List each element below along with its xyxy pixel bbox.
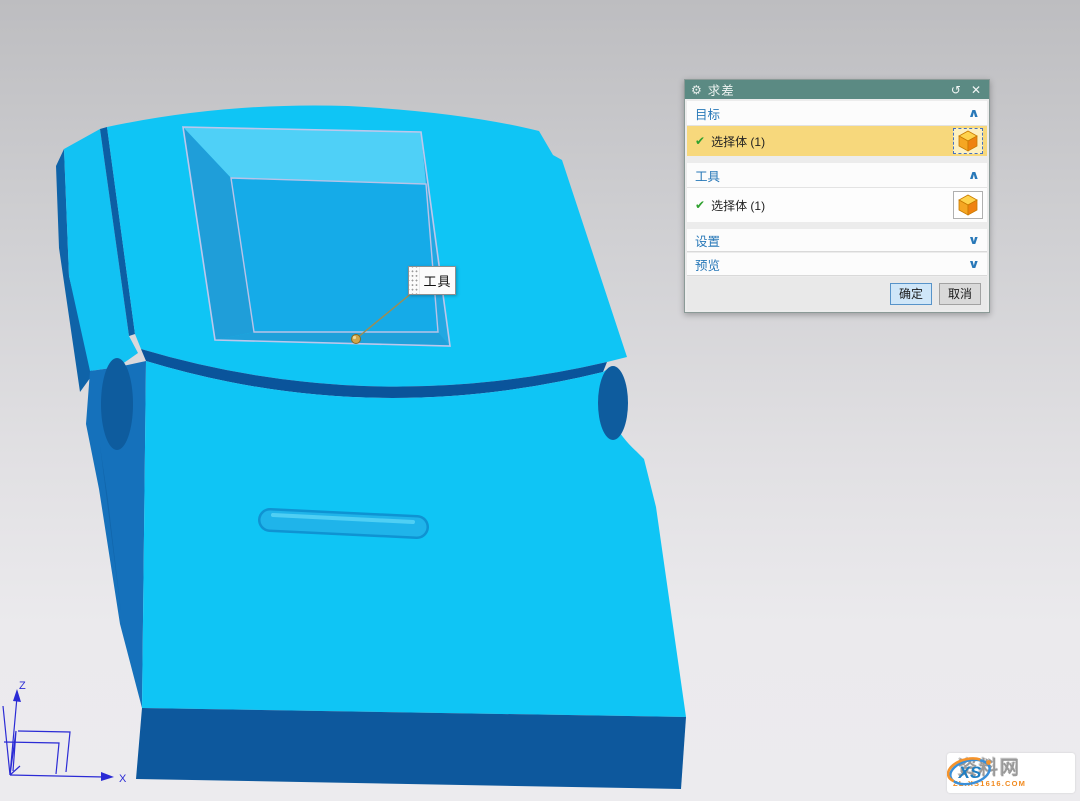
z-axis-label: Z [19, 680, 26, 692]
chevron-up-icon[interactable]: ∧ [968, 168, 980, 182]
slot-pocket[interactable] [270, 515, 417, 527]
wcs-axes[interactable] [3, 697, 104, 777]
selection-point[interactable] [352, 335, 361, 344]
target-select-label: 选择体 (1) [711, 133, 947, 150]
dialog-body: 目标 ∧ ✔ 选择体 (1) 工具 ∧ ✔ 选择体 (1) [685, 99, 989, 312]
dialog-titlebar[interactable]: ⚙ 求差 ↺ ✕ [685, 80, 989, 99]
tooltip-label: 工具 [420, 267, 455, 294]
section-gap [687, 156, 987, 163]
right-notch[interactable] [598, 366, 628, 440]
settings-header-label: 设置 [695, 231, 969, 250]
section-header-target[interactable]: 目标 ∧ [687, 101, 987, 126]
x-axis-arrow [101, 772, 114, 781]
selection-tooltip[interactable]: 工具 [408, 266, 456, 295]
chevron-up-icon[interactable]: ∧ [968, 106, 980, 120]
tool-select-label: 选择体 (1) [711, 197, 947, 214]
cancel-button[interactable]: 取消 [939, 283, 981, 305]
target-select-row[interactable]: ✔ 选择体 (1) [687, 126, 987, 156]
ok-button[interactable]: 确定 [890, 283, 932, 305]
gear-icon: ⚙ [691, 84, 702, 96]
preview-header-label: 预览 [695, 255, 969, 274]
target-header-label: 目标 [695, 104, 969, 123]
section-header-tool[interactable]: 工具 ∧ [687, 163, 987, 188]
cube-icon [956, 194, 980, 216]
check-icon: ✔ [695, 198, 705, 212]
check-icon: ✔ [695, 134, 705, 148]
close-icon[interactable]: ✕ [969, 84, 983, 96]
subtract-dialog: ⚙ 求差 ↺ ✕ 目标 ∧ ✔ 选择体 (1) 工具 ∧ ✔ [684, 79, 990, 313]
watermark-logo-text: XS [958, 763, 982, 782]
selection-point-highlight [353, 336, 356, 339]
watermark: XS 资料网 ZL.XS1616.COM [947, 753, 1075, 793]
x-axis [10, 775, 104, 777]
lower-block-front-face[interactable] [136, 708, 686, 789]
target-body-button[interactable] [953, 128, 983, 154]
pocket-floor[interactable] [231, 178, 438, 332]
tool-select-row[interactable]: ✔ 选择体 (1) [687, 188, 987, 222]
section-header-preview[interactable]: 预览 ∨ [687, 253, 987, 276]
left-notch[interactable] [101, 358, 133, 450]
chevron-down-icon[interactable]: ∨ [968, 257, 980, 271]
tool-body-button[interactable] [953, 191, 983, 219]
wireframe-line [18, 731, 70, 772]
cube-icon [956, 130, 980, 152]
x-axis-label: X [119, 773, 127, 785]
dialog-button-bar: 确定 取消 [687, 277, 987, 310]
tooltip-drag-dots-icon [409, 267, 420, 294]
chevron-down-icon[interactable]: ∨ [968, 233, 980, 247]
watermark-logo: XS [947, 753, 993, 789]
section-header-settings[interactable]: 设置 ∨ [687, 229, 987, 252]
tool-header-label: 工具 [695, 166, 969, 185]
reset-icon[interactable]: ↺ [949, 84, 963, 96]
dialog-title: 求差 [708, 80, 943, 99]
